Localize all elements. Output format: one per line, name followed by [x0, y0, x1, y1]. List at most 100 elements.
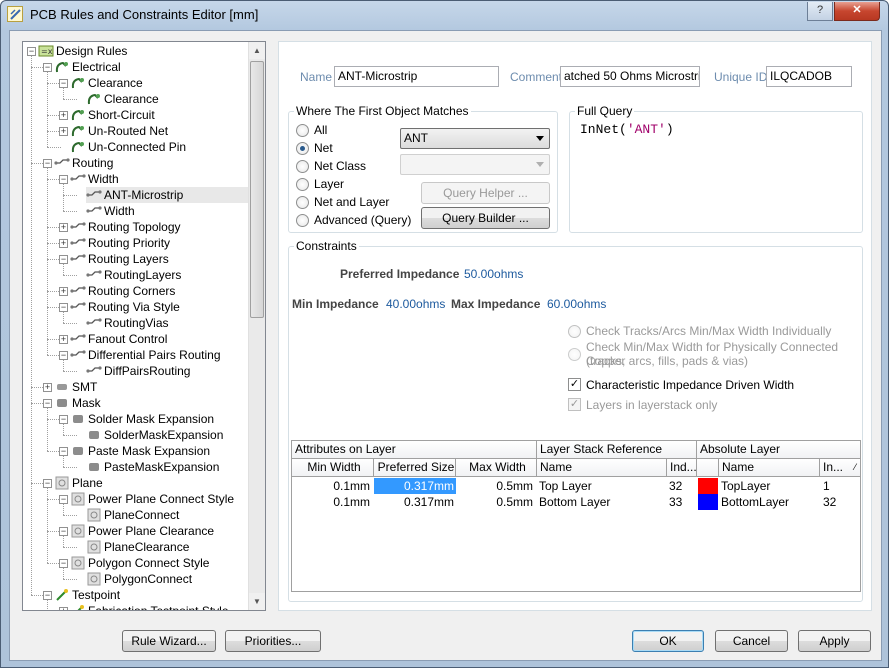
radio-net-label[interactable]: Net [314, 141, 333, 155]
expand-icon[interactable]: + [59, 223, 68, 232]
tree-item-label: Routing Layers [88, 252, 169, 266]
comment-field[interactable]: atched 50 Ohms Microstrip [560, 66, 700, 87]
collapse-icon[interactable]: − [59, 447, 68, 456]
grid-cell-stack-name[interactable]: Top Layer [539, 478, 667, 494]
grid-cell-abs-idx[interactable]: 1 [823, 478, 859, 494]
collapse-icon[interactable]: − [59, 79, 68, 88]
title-bar[interactable]: PCB Rules and Constraints Editor [mm] ? … [1, 1, 888, 29]
collapse-icon[interactable]: − [59, 559, 68, 568]
radio-all-label[interactable]: All [314, 123, 327, 137]
apply-button[interactable]: Apply [798, 630, 871, 652]
col-abs-name[interactable]: Name [719, 459, 820, 477]
col-max-width[interactable]: Max Width [456, 459, 537, 477]
query-builder-button[interactable]: Query Builder ... [421, 207, 550, 229]
close-button[interactable]: ✕ [834, 2, 880, 21]
radio-net-class-label[interactable]: Net Class [314, 159, 366, 173]
grid-cell-abs-idx[interactable]: 32 [823, 494, 859, 510]
collapse-icon[interactable]: − [43, 159, 52, 168]
grid-cell-max[interactable]: 0.5mm [456, 478, 535, 494]
cancel-button[interactable]: Cancel [715, 630, 788, 652]
tree-connector [47, 72, 48, 147]
char-impedance-label[interactable]: Characteristic Impedance Driven Width [586, 378, 794, 392]
max-impedance-value[interactable]: 60.00ohms [547, 297, 606, 311]
grid-cell-stack-idx[interactable]: 32 [669, 478, 695, 494]
tree-item-label: PolygonConnect [104, 572, 193, 586]
smt-icon [54, 380, 70, 394]
collapse-icon[interactable]: − [43, 591, 52, 600]
tree-item-label: Un-Connected Pin [88, 140, 187, 154]
name-field[interactable]: ANT-Microstrip [334, 66, 499, 87]
collapse-icon[interactable]: − [43, 63, 52, 72]
collapse-icon[interactable]: − [59, 415, 68, 424]
layers-only-label: Layers in layerstack only [586, 398, 718, 412]
col-min-width[interactable]: Min Width [292, 459, 374, 477]
priorities-button[interactable]: Priorities... [225, 630, 321, 652]
col-stack-name[interactable]: Name [537, 459, 667, 477]
radio-advanced-query[interactable] [296, 214, 309, 227]
col-abs-index[interactable]: In... ⁄ [820, 459, 861, 477]
tree-item-label: SolderMaskExpansion [104, 428, 224, 442]
collapse-icon[interactable]: − [59, 175, 68, 184]
collapse-icon[interactable]: − [59, 527, 68, 536]
net-select[interactable]: ANT [400, 128, 550, 149]
col-stack-index[interactable]: Ind... [667, 459, 697, 477]
collapse-icon[interactable]: − [59, 351, 68, 360]
collapse-icon[interactable]: − [27, 47, 36, 56]
tree-item-label: Plane [72, 476, 103, 490]
col-preferred-size[interactable]: Preferred Size [374, 459, 456, 477]
grid-cell-max[interactable]: 0.5mm [456, 494, 535, 510]
radio-all[interactable] [296, 124, 309, 137]
tree-connector [63, 360, 64, 371]
rule-wizard-button[interactable]: Rule Wizard... [122, 630, 216, 652]
tree-connector [47, 408, 48, 451]
net-select-value: ANT [404, 131, 428, 145]
tree-connector [63, 88, 64, 99]
grid-cell-abs-name[interactable]: BottomLayer [721, 494, 820, 510]
collapse-icon[interactable]: − [43, 399, 52, 408]
help-button[interactable]: ? [807, 2, 833, 21]
unique-id-field[interactable]: ILQCADOB [766, 66, 852, 87]
ok-button[interactable]: OK [632, 630, 704, 652]
radio-net-class[interactable] [296, 160, 309, 173]
expand-icon[interactable]: + [59, 127, 68, 136]
scroll-up-icon[interactable]: ▲ [249, 42, 265, 59]
grid-cell-min[interactable]: 0.1mm [292, 494, 372, 510]
expand-icon[interactable]: + [59, 607, 68, 610]
radio-net-and-layer-label[interactable]: Net and Layer [314, 195, 389, 209]
col-color[interactable] [697, 459, 719, 477]
expand-icon[interactable]: + [59, 335, 68, 344]
collapse-icon[interactable]: − [59, 495, 68, 504]
rule-icon [70, 140, 86, 154]
collapse-icon[interactable]: − [59, 255, 68, 264]
scroll-down-icon[interactable]: ▼ [249, 593, 265, 610]
radio-net-and-layer[interactable] [296, 196, 309, 209]
expand-icon[interactable]: + [59, 287, 68, 296]
grid-cell-stack-idx[interactable]: 33 [669, 494, 695, 510]
grid-cell-pref[interactable]: 0.317mm [374, 478, 456, 494]
radio-layer[interactable] [296, 178, 309, 191]
radio-net[interactable] [296, 142, 309, 155]
tree-connector [63, 275, 77, 276]
preferred-impedance-value[interactable]: 50.00ohms [464, 267, 523, 281]
radio-advanced-query-label[interactable]: Advanced (Query) [314, 213, 411, 227]
expand-icon[interactable]: + [43, 383, 52, 392]
scroll-thumb[interactable] [250, 61, 264, 318]
full-query-text[interactable]: InNet('ANT') [580, 122, 674, 137]
min-impedance-value[interactable]: 40.00ohms [386, 297, 445, 311]
full-query-title: Full Query [575, 104, 635, 118]
radio-layer-label[interactable]: Layer [314, 177, 344, 191]
tree-item[interactable]: ANT-Microstrip [86, 187, 249, 203]
grid-cell-min[interactable]: 0.1mm [292, 478, 372, 494]
tree-connector [31, 56, 32, 595]
char-impedance-checkbox[interactable]: ✓ [568, 378, 581, 391]
grid-cell-stack-name[interactable]: Bottom Layer [539, 494, 667, 510]
mask-icon [86, 460, 102, 474]
grid-cell-pref[interactable]: 0.317mm [374, 494, 456, 510]
grid-cell-abs-name[interactable]: TopLayer [721, 478, 820, 494]
collapse-icon[interactable]: − [43, 479, 52, 488]
tree-connector [47, 168, 48, 355]
expand-icon[interactable]: + [59, 111, 68, 120]
expand-icon[interactable]: + [59, 239, 68, 248]
collapse-icon[interactable]: − [59, 303, 68, 312]
tree-vertical-scrollbar[interactable]: ▲ ▼ [248, 42, 265, 610]
